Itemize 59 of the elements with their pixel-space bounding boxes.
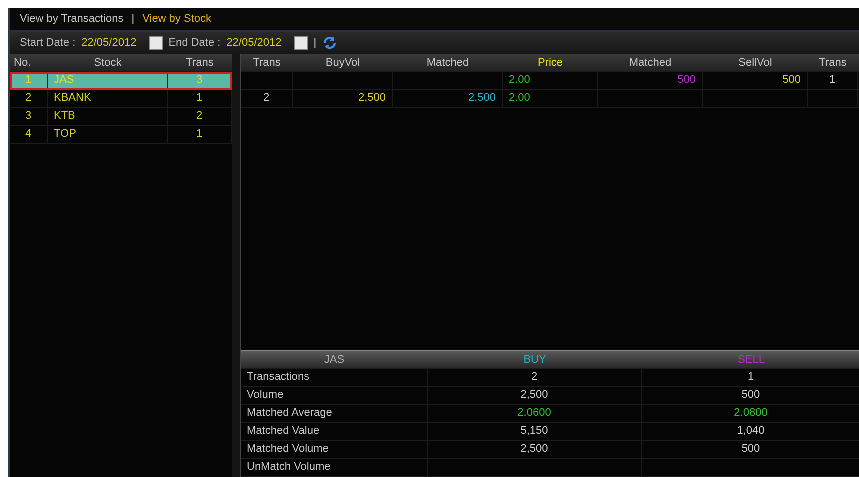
table-cell: 1,040 [642,423,859,440]
row-label: Matched Average [241,405,428,422]
column-header[interactable]: SellVol [703,56,808,68]
table-cell: 500 [642,441,859,458]
column-header[interactable]: Stock [48,56,168,68]
stock-row[interactable]: 2 KBANK 1 [10,90,232,108]
column-header[interactable]: BuyVol [293,56,393,68]
column-header[interactable]: Matched [598,56,703,68]
table-cell: 2.00 [503,72,598,89]
row-number: 4 [10,126,48,143]
calendar-icon[interactable] [148,36,163,50]
column-header[interactable]: Trans [808,56,858,68]
column-header: BUY [522,354,548,366]
row-label: Matched Value [241,423,428,440]
view-tab[interactable]: View by Stock [142,13,212,25]
trans-count: 2 [168,108,232,125]
trans-count: 3 [168,72,232,89]
table-cell: 500 [642,387,859,404]
end-date-value[interactable]: 22/05/2012 [226,37,282,49]
view-tab[interactable]: View by Transactions [20,13,124,25]
table-cell: 2 [428,369,642,386]
table-cell: 2.0600 [428,405,642,422]
table-cell: 1 [642,369,859,386]
table-cell: 2,500 [428,387,642,404]
column-header[interactable]: Trans [241,56,293,68]
stock-row[interactable]: 3 KTB 2 [10,108,232,126]
start-date-value[interactable]: 22/05/2012 [82,37,137,49]
table-cell: 2.0800 [642,405,859,422]
table-cell: 500 [598,72,703,89]
table-cell: 2.00 [503,90,598,107]
toolbar-separator: | [314,37,317,49]
tab-separator: | [132,13,135,25]
column-header[interactable]: Matched [393,56,503,68]
table-cell: 2 [241,90,293,107]
row-label: Matched Volume [241,441,428,458]
trans-count: 1 [168,90,232,107]
table-cell: 500 [703,72,808,89]
calendar-icon[interactable] [294,36,308,50]
row-label: Transactions [241,369,428,386]
column-header: SELL [737,354,766,366]
row-label: UnMatch Volume [241,459,428,476]
end-date-label: End Date : [168,37,221,49]
column-header[interactable]: Trans [168,56,232,68]
table-cell: 1 [808,72,858,89]
column-header[interactable]: Price [503,56,598,68]
start-date-label: Start Date : [20,37,76,49]
row-number: 1 [10,72,48,89]
column-header: JAS [323,354,346,366]
table-cell: 2,500 [393,90,503,107]
table-cell: 2,500 [293,90,393,107]
row-number: 3 [10,108,48,125]
refresh-icon[interactable] [322,36,337,50]
column-header[interactable]: No. [10,56,48,68]
table-cell: 5,150 [428,423,642,440]
trans-count: 1 [168,126,232,143]
stock-row[interactable]: 4 TOP 1 [10,126,232,144]
row-number: 2 [10,90,48,107]
row-label: Volume [241,387,428,404]
table-cell: 2,500 [428,441,642,458]
